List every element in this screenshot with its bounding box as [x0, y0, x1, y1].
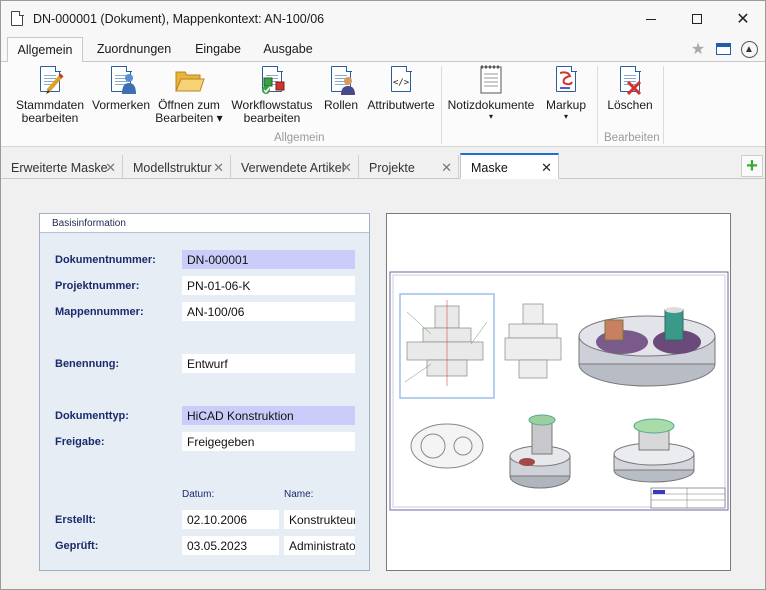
edit-document-icon [34, 64, 66, 96]
label-projektnummer: Projektnummer: [55, 280, 140, 292]
stammdaten-bearbeiten-button[interactable]: Stammdaten bearbeiten [13, 64, 87, 125]
group-separator [663, 66, 664, 144]
app-window: DN-000001 (Dokument), Mappenkontext: AN-… [0, 0, 766, 590]
chevron-down-icon: ▾ [488, 112, 493, 121]
tab-allgemein[interactable]: Allgemein [7, 37, 83, 62]
mask-content: Basisinformation Dokumentnummer: DN-0000… [2, 180, 764, 588]
rollen-button[interactable]: Rollen [321, 64, 361, 112]
freigabe-field[interactable]: Freigegeben [182, 432, 355, 451]
reserve-document-icon [105, 64, 137, 96]
basisinformation-group: Basisinformation Dokumentnummer: DN-0000… [39, 213, 370, 571]
delete-document-icon [614, 64, 646, 96]
erstellt-name-field[interactable]: Konstrukteur [284, 510, 355, 529]
folder-open-icon [173, 64, 205, 96]
close-icon[interactable]: ✕ [213, 160, 224, 176]
window-title: DN-000001 (Dokument), Mappenkontext: AN-… [33, 12, 325, 26]
group-title: Basisinformation [40, 214, 369, 233]
tab-modellstruktur[interactable]: Modellstruktur ✕ [123, 155, 231, 179]
benennung-field[interactable]: Entwurf [182, 354, 355, 373]
label-dokumenttyp: Dokumenttyp: [55, 410, 129, 422]
chevron-down-icon: ▾ [563, 112, 568, 121]
ribbon-tab-bar: Allgemein Zuordnungen Eingabe Ausgabe ★ … [1, 37, 765, 62]
workflow-status-icon [256, 64, 288, 96]
attributwerte-button[interactable]: </> Attributwerte [364, 64, 438, 112]
label-erstellt: Erstellt: [55, 514, 96, 526]
drawing-preview[interactable] [386, 213, 731, 571]
tab-projekte[interactable]: Projekte ✕ [359, 155, 459, 179]
close-icon[interactable]: ✕ [105, 160, 116, 176]
tab-zuordnungen[interactable]: Zuordnungen [87, 37, 181, 61]
tab-maske[interactable]: Maske ✕ [460, 153, 559, 179]
attribute-values-icon: </> [385, 64, 417, 96]
note-documents-icon [475, 64, 507, 96]
close-icon[interactable]: ✕ [541, 160, 552, 176]
mappennummer-field[interactable]: AN-100/06 [182, 302, 355, 321]
group-label-bearbeiten: Bearbeiten [604, 132, 660, 144]
label-mappennummer: Mappennummer: [55, 306, 144, 318]
roles-icon [325, 64, 357, 96]
erstellt-datum-field[interactable]: 02.10.2006 [182, 510, 279, 529]
maximize-icon [692, 14, 702, 24]
title-bar: DN-000001 (Dokument), Mappenkontext: AN-… [1, 1, 765, 37]
geprueft-datum-field[interactable]: 03.05.2023 [182, 536, 279, 555]
projektnummer-field[interactable]: PN-01-06-K [182, 276, 355, 295]
notizdokumente-button[interactable]: Notizdokumente ▾ [445, 64, 537, 122]
close-icon[interactable]: ✕ [341, 160, 352, 176]
markup-button[interactable]: Markup ▾ [541, 64, 591, 122]
document-tab-bar: Erweiterte Maske ✕ Modellstruktur ✕ Verw… [1, 153, 765, 179]
workflowstatus-bearbeiten-button[interactable]: Workflowstatus bearbeiten [229, 64, 315, 125]
tab-verwendete-artikel[interactable]: Verwendete Artikel ✕ [231, 155, 359, 179]
document-icon [11, 10, 24, 26]
svg-text:</>: </> [393, 78, 410, 88]
minimize-button[interactable] [628, 1, 674, 37]
markup-icon [550, 64, 582, 96]
tab-ausgabe[interactable]: Ausgabe [257, 37, 319, 61]
plus-icon: + [746, 155, 758, 177]
label-name: Name: [284, 489, 314, 500]
close-icon: ✕ [736, 11, 750, 28]
ribbon: Stammdaten bearbeiten Vormerken Öffnen z… [1, 61, 765, 147]
group-separator [441, 66, 442, 144]
collapse-ribbon-icon[interactable]: ▲ [740, 39, 758, 59]
group-label-allgemein: Allgemein [274, 132, 325, 144]
chevron-down-icon: ▾ [216, 111, 223, 125]
tab-eingabe[interactable]: Eingabe [187, 37, 249, 61]
label-benennung: Benennung: [55, 358, 120, 370]
loeschen-button[interactable]: Löschen [604, 64, 656, 112]
add-tab-button[interactable]: + [741, 155, 763, 177]
close-button[interactable]: ✕ [720, 1, 766, 37]
label-dokumentnummer: Dokumentnummer: [55, 254, 156, 266]
label-datum: Datum: [182, 489, 215, 500]
maximize-button[interactable] [674, 1, 720, 37]
star-icon[interactable]: ★ [689, 39, 707, 59]
dokumentnummer-field[interactable]: DN-000001 [182, 250, 355, 269]
minimize-icon [646, 18, 656, 20]
vormerken-button[interactable]: Vormerken [90, 64, 152, 112]
close-icon[interactable]: ✕ [441, 160, 452, 176]
oeffnen-zum-bearbeiten-button[interactable]: Öffnen zum Bearbeiten ▾ [154, 64, 224, 125]
label-freigabe: Freigabe: [55, 436, 105, 448]
drawing-preview-image [389, 271, 729, 511]
tab-erweiterte-maske[interactable]: Erweiterte Maske ✕ [1, 155, 123, 179]
label-geprueft: Geprüft: [55, 540, 99, 552]
group-separator [597, 66, 598, 144]
panel-icon[interactable] [714, 39, 732, 59]
dokumenttyp-field[interactable]: HiCAD Konstruktion [182, 406, 355, 425]
geprueft-name-field[interactable]: Administrator [284, 536, 355, 555]
